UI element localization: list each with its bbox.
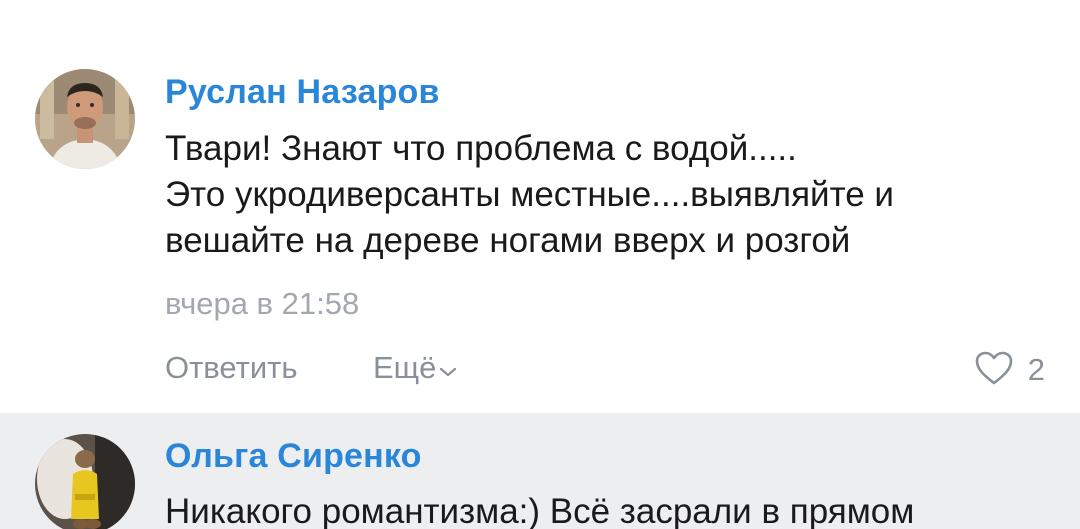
like-button[interactable]: 2 — [974, 350, 1045, 390]
comment-text-line: Твари! Знают что проблема с водой..... — [165, 129, 797, 168]
comment-text: Твари! Знают что проблема с водой..... Э… — [165, 126, 1045, 264]
comment-text-line: вешайте на дереве ногами вверх и розгой — [165, 221, 851, 260]
more-button-label: Ещё — [373, 350, 437, 385]
comment-actions: Ответить Ещё 2 — [165, 350, 1045, 390]
comment-text-line: Никакого романтизма:) Всё засрали в прям… — [165, 492, 915, 529]
comment-text-line: Это укродиверсанты местные....выявляйте … — [165, 175, 894, 214]
heart-icon — [974, 350, 1014, 391]
comment-author[interactable]: Руслан Назаров — [165, 73, 440, 112]
comments-feed: Руслан Назаров Твари! Знают что проблема… — [0, 0, 1080, 529]
comment-item: Руслан Назаров Твари! Знают что проблема… — [0, 0, 1080, 413]
comment-timestamp[interactable]: вчера в 21:58 — [165, 286, 359, 322]
like-count: 2 — [1027, 352, 1045, 387]
reply-button[interactable]: Ответить — [165, 350, 298, 386]
author-avatar[interactable] — [35, 434, 135, 529]
comment-item: Ольга Сиренко Никакого романтизма:) Всё … — [0, 413, 1080, 529]
chevron-down-icon — [438, 350, 458, 386]
more-button[interactable]: Ещё — [373, 350, 458, 386]
comment-text: Никакого романтизма:) Всё засрали в прям… — [165, 489, 1045, 529]
comment-author[interactable]: Ольга Сиренко — [165, 437, 422, 476]
author-avatar[interactable] — [35, 69, 135, 169]
